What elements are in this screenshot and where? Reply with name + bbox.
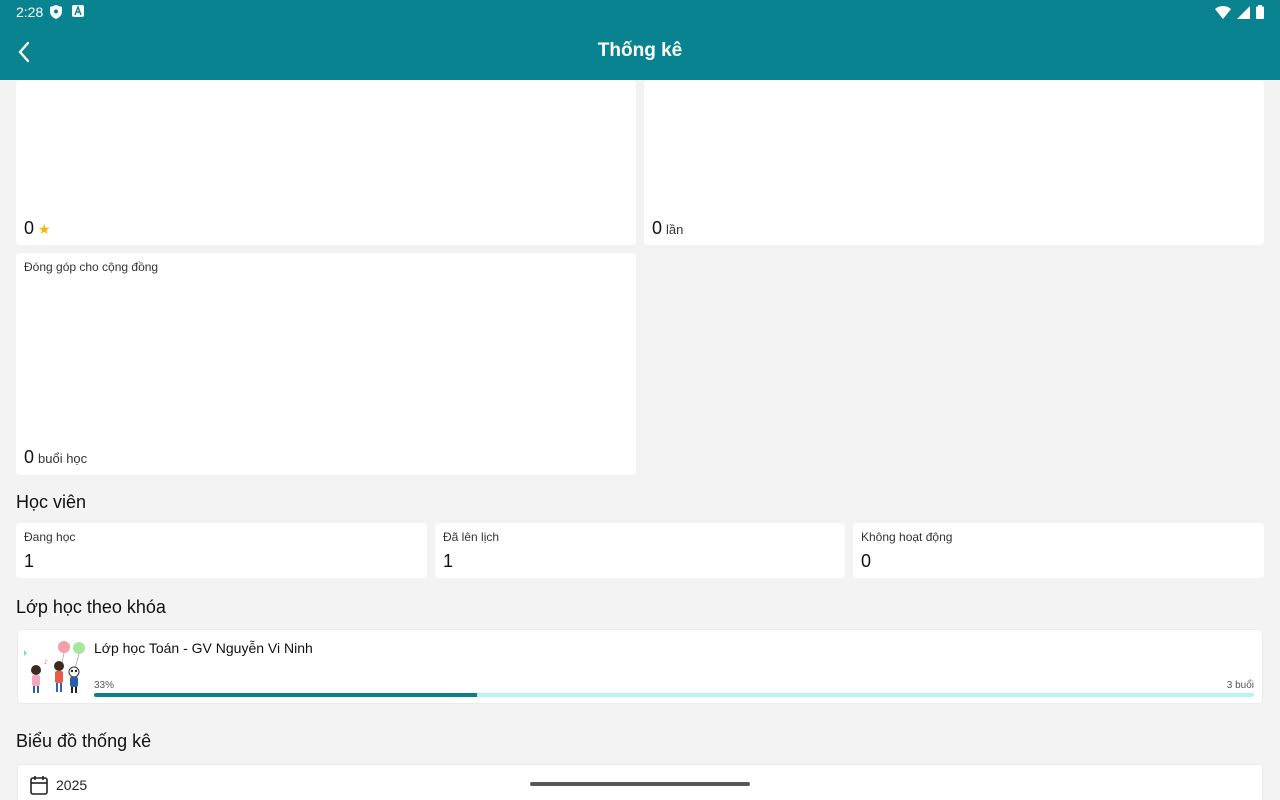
community-value: 0 (24, 447, 35, 467)
app-bar: Thống kê (0, 24, 1280, 80)
course-progress-percent: 33% (94, 680, 115, 691)
wifi-icon (1215, 5, 1231, 19)
count-value: 0 (652, 218, 663, 238)
count-unit: lần (666, 222, 684, 237)
signal-icon (1237, 5, 1250, 19)
battery-icon (1256, 5, 1264, 19)
course-progress-fill (94, 693, 477, 697)
student-card-label: Đang học (24, 530, 76, 544)
student-card-value: 1 (24, 551, 35, 571)
community-card: Đóng góp cho cộng đồng 0 buổi học (16, 253, 636, 475)
course-progress-track (94, 693, 1254, 697)
star-icon: ★ (38, 221, 51, 237)
student-card-value: 0 (861, 551, 872, 571)
rating-card: 0 ★ (16, 80, 636, 245)
community-unit: buổi học (38, 451, 88, 466)
count-card: 0 lần (644, 80, 1264, 245)
year-picker[interactable]: 2025 (30, 775, 87, 795)
student-card-inactive: Không hoạt động 0 (853, 523, 1264, 578)
page-title: Thống kê (597, 40, 683, 61)
course-total-sessions: 3 buổi (1226, 680, 1254, 691)
course-thumbnail: ♪ (24, 638, 88, 698)
students-section-title: Học viên (16, 492, 87, 512)
community-label: Đóng góp cho cộng đồng (24, 260, 159, 274)
year-value: 2025 (56, 777, 88, 793)
courses-section-title: Lớp học theo khóa (16, 597, 166, 617)
student-card-active: Đang học 1 (16, 523, 427, 578)
student-card-label: Đã lên lịch (443, 530, 500, 544)
course-title: Lớp học Toán - GV Nguyễn Vi Ninh (94, 640, 313, 656)
chart-section-title: Biểu đồ thống kê (16, 731, 152, 751)
student-card-scheduled: Đã lên lịch 1 (435, 523, 845, 578)
calendar-icon (30, 776, 48, 795)
rating-value: 0 (24, 218, 35, 238)
status-time: 2:28 (16, 4, 44, 20)
student-card-label: Không hoạt động (861, 530, 953, 544)
svg-text:♪: ♪ (44, 659, 48, 666)
home-indicator[interactable] (530, 782, 750, 786)
status-bar: 2:28 (0, 0, 1280, 24)
app-notification-icon (72, 5, 84, 17)
student-card-value: 1 (443, 551, 454, 571)
shield-icon (50, 5, 62, 19)
course-card[interactable]: ♪ Lớp học Toán - GV Nguyễn Vi Ninh 33% 3… (17, 629, 1263, 704)
